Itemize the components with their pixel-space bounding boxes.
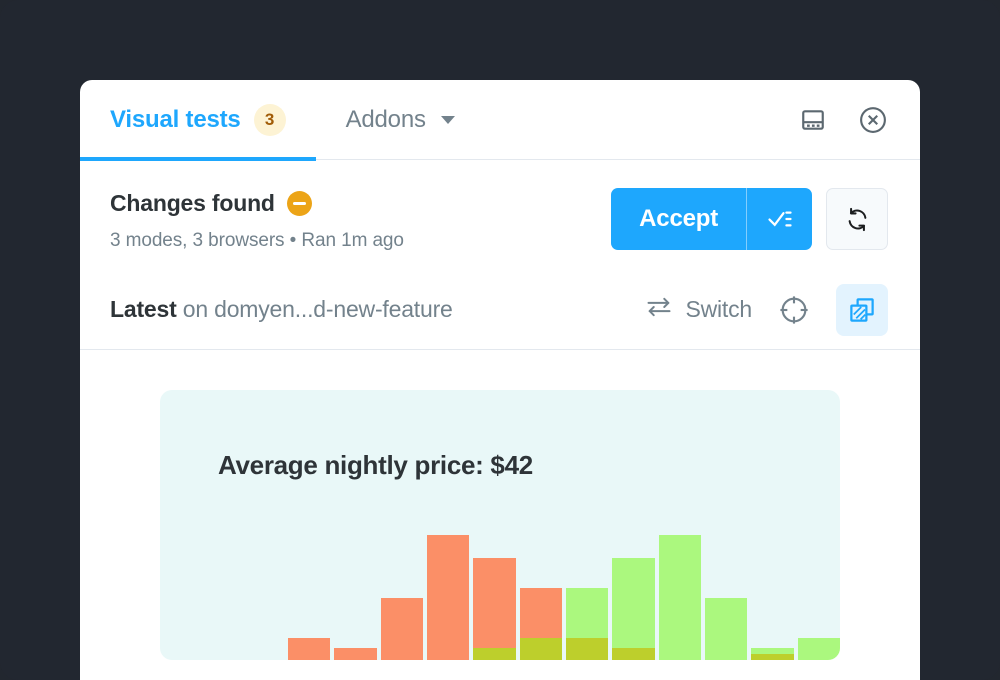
tab-addons[interactable]: Addons <box>316 80 485 160</box>
chart-bar-segment <box>658 535 701 660</box>
status-summary: Changes found 3 modes, 3 browsers • Ran … <box>110 188 611 252</box>
addon-panel: Visual tests 3 Addons Changes found 3 mo… <box>80 80 920 680</box>
branch-label-rest: on domyen...d-new-feature <box>176 296 453 322</box>
status-subtitle: 3 modes, 3 browsers • Ran 1m ago <box>110 230 404 251</box>
chart-bar-segment <box>426 535 470 660</box>
chart-bar-segment <box>288 638 331 660</box>
branch-label-strong: Latest <box>110 296 177 322</box>
chart-bar <box>565 588 609 660</box>
crosshair-icon[interactable] <box>774 290 814 330</box>
pending-dot-icon <box>286 191 312 216</box>
status-title: Changes found <box>110 190 275 216</box>
chart-bar-overlap-segment <box>612 648 655 660</box>
tab-visual-tests[interactable]: Visual tests 3 <box>80 80 316 161</box>
chart-bars <box>160 520 840 660</box>
chart-bar <box>704 598 748 660</box>
chart-bar-overlap-segment <box>519 638 562 660</box>
accept-options-button[interactable] <box>746 188 812 250</box>
chart-bar-segment <box>473 558 516 648</box>
snapshot-chart-card: Average nightly price: $42 <box>160 390 840 660</box>
tab-bar-actions <box>798 105 920 135</box>
chart-bar-segment <box>565 588 609 638</box>
chart-bar-segment <box>612 558 655 648</box>
chart-bar <box>288 638 331 660</box>
status-row: Changes found 3 modes, 3 browsers • Ran … <box>80 160 920 270</box>
chart-bar <box>519 588 562 660</box>
status-title-group: Changes found <box>110 190 611 217</box>
chart-bar-segment <box>797 638 840 660</box>
chart-bar-segment <box>519 588 562 638</box>
chart-bar-overlap-segment <box>565 638 609 660</box>
swap-arrows-icon <box>645 293 673 326</box>
chevron-down-icon <box>440 115 455 124</box>
chart-bar <box>658 535 701 660</box>
chart-bar <box>380 598 423 660</box>
status-actions: Accept <box>611 188 888 250</box>
tab-visual-tests-label: Visual tests <box>110 105 241 133</box>
snapshot-viewport: Average nightly price: $42 <box>80 350 920 660</box>
branch-row: Latest on domyen...d-new-feature Switch <box>80 270 920 350</box>
chart-bar-segment <box>334 648 377 660</box>
chart-bar <box>797 638 840 660</box>
branch-label: Latest on domyen...d-new-feature <box>110 296 453 323</box>
chart-bar-overlap-segment <box>473 648 516 660</box>
chart-bar-segment <box>704 598 748 660</box>
rerun-button[interactable] <box>826 188 888 250</box>
chart-bar <box>612 558 655 660</box>
switch-button[interactable]: Switch <box>645 293 752 326</box>
chart-bar <box>751 648 794 660</box>
addon-tab-bar: Visual tests 3 Addons <box>80 80 920 161</box>
chart-bar <box>473 558 516 660</box>
chart-bar <box>426 535 470 660</box>
branch-actions: Switch <box>645 283 888 336</box>
tab-addons-label: Addons <box>345 105 426 133</box>
accept-button[interactable]: Accept <box>611 188 746 250</box>
chart-bar <box>334 648 377 660</box>
close-icon[interactable] <box>858 105 888 135</box>
chart-title: Average nightly price: $42 <box>218 450 533 480</box>
diff-overlay-button[interactable] <box>836 283 888 336</box>
chart-bar-overlap-segment <box>751 654 794 660</box>
switch-label: Switch <box>685 296 752 322</box>
dock-bottom-icon[interactable] <box>798 105 828 135</box>
chart-bar-segment <box>380 598 423 660</box>
accept-button-group: Accept <box>611 188 812 250</box>
visual-tests-count-badge: 3 <box>253 103 286 136</box>
